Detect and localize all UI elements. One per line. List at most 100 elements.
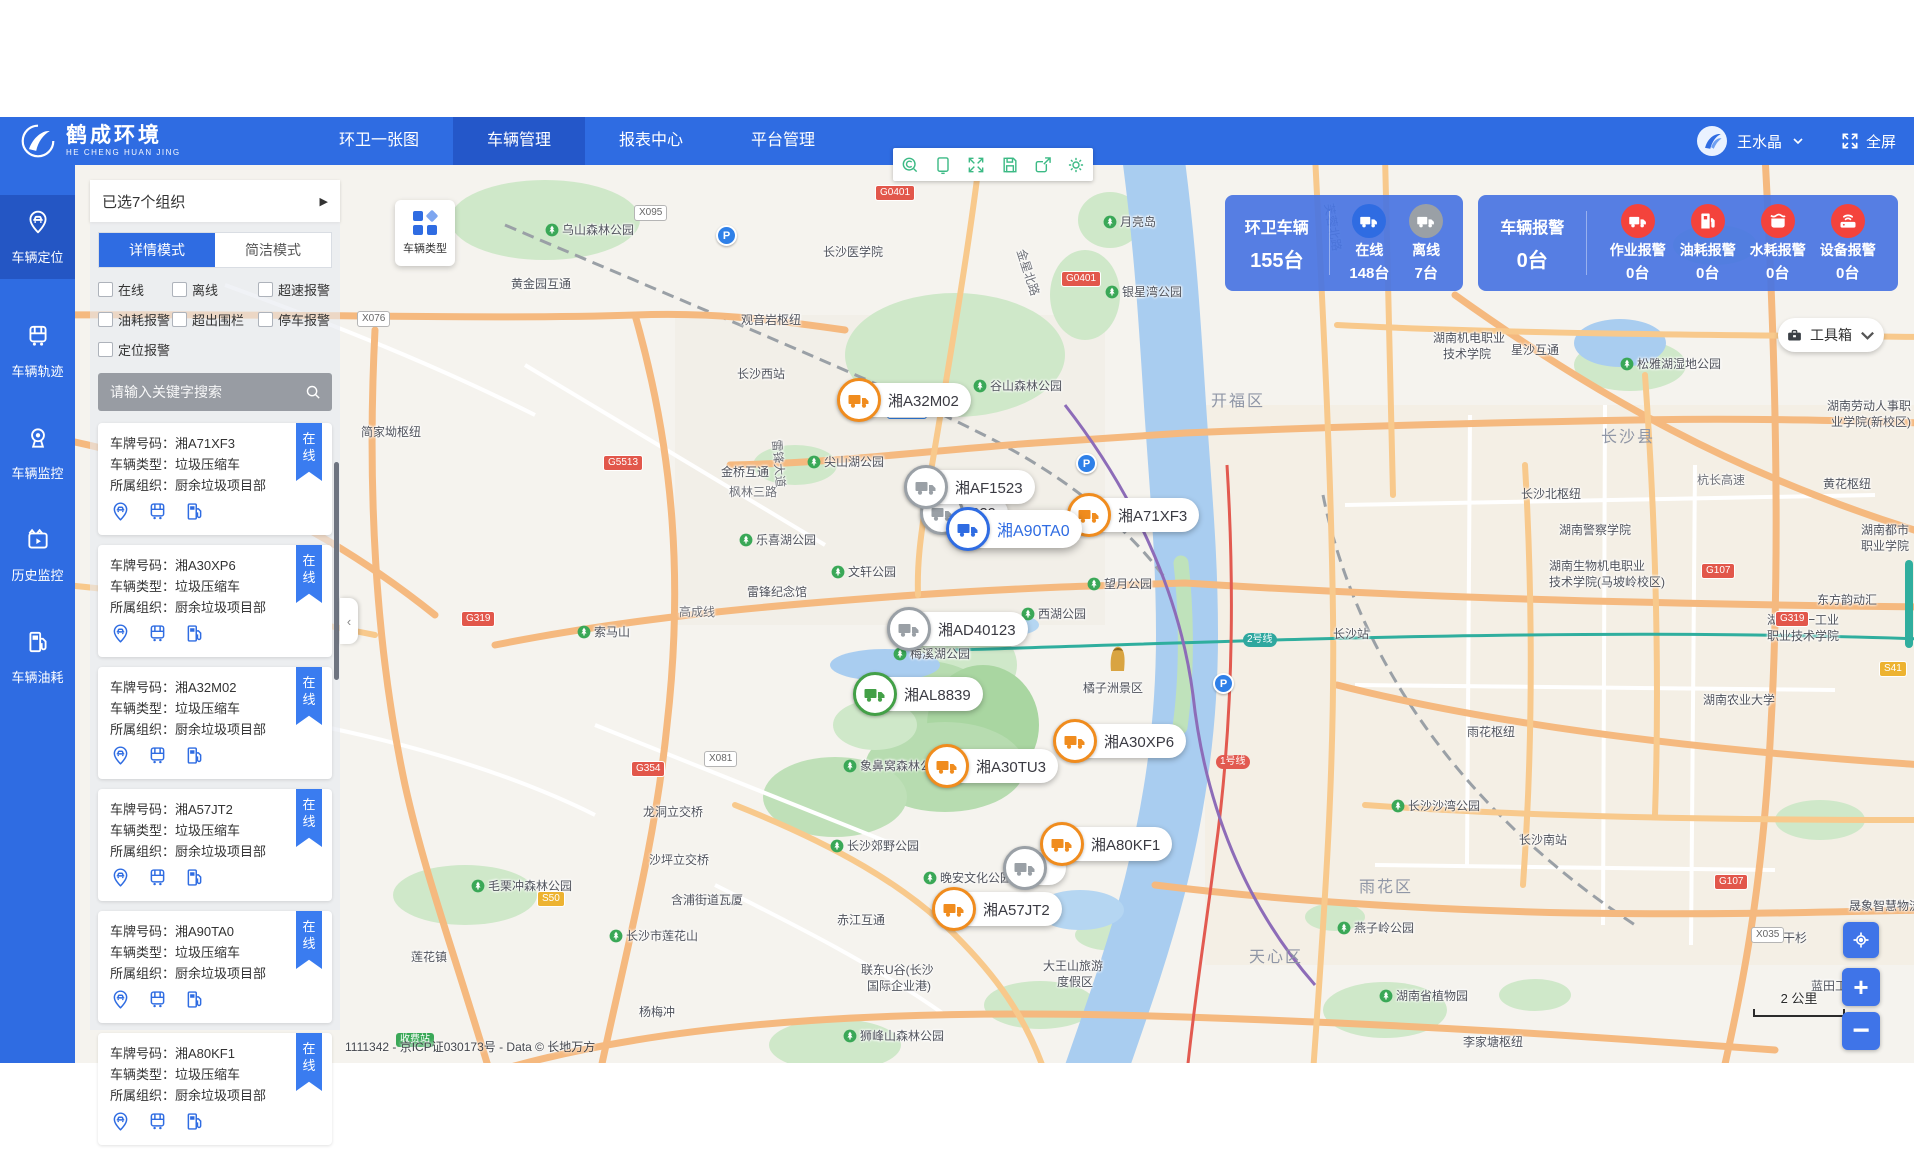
filter-label: 在线 xyxy=(118,280,144,299)
locate-vehicle-icon[interactable] xyxy=(110,745,131,771)
page-scrollbar-thumb[interactable] xyxy=(1905,560,1913,648)
fuel-vehicle-icon[interactable] xyxy=(184,623,205,649)
alarm-item-label: 作业报警 xyxy=(1610,240,1666,260)
sidebar-item-label: 车辆监控 xyxy=(11,463,63,482)
panel-collapse-handle[interactable]: ‹ xyxy=(340,598,358,644)
vehicle-marker[interactable]: 湘A57JT2 xyxy=(933,892,1062,926)
filter-checkbox-1[interactable]: 离线 xyxy=(172,280,258,299)
nav-tab-platform-mgmt[interactable]: 平台管理 xyxy=(717,117,849,165)
search-input[interactable] xyxy=(108,383,305,401)
vehicle-marker[interactable]: 湘A80KF1 xyxy=(1041,827,1172,861)
track-vehicle-icon[interactable] xyxy=(147,501,168,527)
map-label: 金桥互通 xyxy=(721,463,769,480)
locate-button[interactable] xyxy=(1843,922,1879,958)
vehicle-marker[interactable]: 湘A30XP6 xyxy=(1054,724,1186,758)
track-vehicle-icon[interactable] xyxy=(147,745,168,771)
track-vehicle-icon[interactable] xyxy=(147,867,168,893)
user-avatar[interactable] xyxy=(1697,126,1727,156)
list-scrollbar[interactable] xyxy=(334,462,339,680)
map-label: 职业技术学院 xyxy=(1767,627,1839,644)
settings-icon[interactable] xyxy=(1066,155,1086,175)
fuel-vehicle-icon[interactable] xyxy=(184,1111,205,1137)
toolbox-button[interactable]: 工具箱 xyxy=(1778,318,1884,352)
fuel-vehicle-icon[interactable] xyxy=(184,989,205,1015)
chevron-down-icon[interactable] xyxy=(1792,135,1804,147)
nav-tab-vehicle-mgmt[interactable]: 车辆管理 xyxy=(453,117,585,165)
online-truck-icon xyxy=(1352,204,1386,238)
user-name[interactable]: 王水晶 xyxy=(1737,131,1782,152)
sidebar-item-track[interactable]: 车辆轨迹 xyxy=(0,309,75,393)
vehicle-card[interactable]: 车牌号码：湘A30XP6 车辆类型：垃圾压缩车 所属组织：厨余垃圾项目部 在线 xyxy=(98,545,332,657)
vehicle-card[interactable]: 车牌号码：湘A32M02 车辆类型：垃圾压缩车 所属组织：厨余垃圾项目部 在线 xyxy=(98,667,332,779)
fuel-vehicle-icon[interactable] xyxy=(184,745,205,771)
track-vehicle-icon[interactable] xyxy=(147,1111,168,1137)
fuel-vehicle-icon[interactable] xyxy=(184,867,205,893)
search-icon[interactable] xyxy=(305,384,322,401)
map-scale: 2 公里 xyxy=(1753,988,1845,1017)
truck-icon xyxy=(932,887,976,931)
sidebar-item-history[interactable]: 历史监控 xyxy=(0,513,75,597)
map-badge: X076 xyxy=(357,311,390,327)
vehicle-card[interactable]: 车牌号码：湘A57JT2 车辆类型：垃圾压缩车 所属组织：厨余垃圾项目部 在线 xyxy=(98,789,332,901)
expand-icon[interactable] xyxy=(966,155,986,175)
vehicle-marker[interactable]: 湘A71XF3 xyxy=(1068,498,1199,532)
org-selector[interactable]: 已选7个组织 ▶ xyxy=(90,180,340,222)
share-icon[interactable] xyxy=(1033,155,1053,175)
save-icon[interactable] xyxy=(1000,155,1020,175)
vehicle-org: 所属组织：厨余垃圾项目部 xyxy=(110,597,320,618)
panel-body: 详情模式简洁模式 在线 离线超速报警油耗报警超出围栏停车报警定位报警 车牌号码：湘… xyxy=(90,222,340,1030)
vehicle-marker[interactable]: 湘A90TA0 xyxy=(947,510,1082,548)
filter-checkbox-2[interactable]: 超速报警 xyxy=(258,280,332,299)
track-vehicle-icon[interactable] xyxy=(147,623,168,649)
map-label: 月亮岛 xyxy=(1103,213,1156,230)
sidebar-item-monitor[interactable]: 车辆监控 xyxy=(0,411,75,495)
map-label: 国际企业港) xyxy=(867,977,931,994)
sidebar-item-fuel[interactable]: 车辆油耗 xyxy=(0,615,75,699)
map-label: 沙坪立交桥 xyxy=(649,851,709,868)
truck-icon xyxy=(853,672,897,716)
track-vehicle-icon[interactable] xyxy=(147,989,168,1015)
marker-plate: 湘A80KF1 xyxy=(1091,834,1160,855)
filter-checkbox-3[interactable]: 油耗报警 xyxy=(98,310,172,329)
center-icon[interactable] xyxy=(900,155,920,175)
filter-checkbox-0[interactable]: 在线 xyxy=(98,280,172,299)
vehicle-marker[interactable]: 湘A30TU3 xyxy=(926,749,1058,783)
online-label: 在线 xyxy=(1355,240,1383,260)
locate-vehicle-icon[interactable] xyxy=(110,989,131,1015)
tab-mode-0[interactable]: 详情模式 xyxy=(99,233,215,267)
filter-checkbox-6[interactable]: 定位报警 xyxy=(98,340,172,359)
vehicle-marker[interactable]: 湘A32M02 xyxy=(838,383,971,417)
vehicle-type-button[interactable]: 车辆类型 xyxy=(395,200,455,266)
zoom-in-button[interactable]: + xyxy=(1842,968,1880,1006)
vehicle-marker[interactable]: 湘AD40123 xyxy=(888,612,1028,646)
map-label: 谷山森林公园 xyxy=(973,377,1062,394)
alarm-stat-item: 作业报警 0台 xyxy=(1610,204,1666,283)
map-label: 龙洞立交桥 xyxy=(643,803,703,820)
zoom-out-button[interactable]: − xyxy=(1842,1012,1880,1050)
tab-mode-1[interactable]: 简洁模式 xyxy=(215,233,331,267)
map-label: 东方韵动汇 xyxy=(1817,591,1877,608)
fuel-vehicle-icon[interactable] xyxy=(184,501,205,527)
fullscreen-button[interactable]: 全屏 xyxy=(1840,131,1896,152)
map-label: 含浦街道瓦厦 xyxy=(671,891,743,908)
locate-vehicle-icon[interactable] xyxy=(110,867,131,893)
nav-tab-sanitation-map[interactable]: 环卫一张图 xyxy=(305,117,453,165)
map-label: 银星湾公园 xyxy=(1105,283,1182,300)
nav-tab-report-center[interactable]: 报表中心 xyxy=(585,117,717,165)
map-badge: X035 xyxy=(1751,927,1784,943)
vehicle-marker[interactable]: 湘AF1523 xyxy=(905,470,1035,504)
sidebar-item-locate[interactable]: 车辆定位 xyxy=(0,195,75,279)
filter-checkbox-4[interactable]: 超出围栏 xyxy=(172,310,258,329)
locate-vehicle-icon[interactable] xyxy=(110,623,131,649)
locate-vehicle-icon[interactable] xyxy=(110,501,131,527)
map-label: 联东U谷(长沙 xyxy=(861,961,934,978)
vehicle-type: 车辆类型：垃圾压缩车 xyxy=(110,942,320,963)
locate-vehicle-icon[interactable] xyxy=(110,1111,131,1137)
vehicle-card[interactable]: 车牌号码：湘A90TA0 车辆类型：垃圾压缩车 所属组织：厨余垃圾项目部 在线 xyxy=(98,911,332,1023)
screen-icon[interactable] xyxy=(933,155,953,175)
vehicle-card[interactable]: 车牌号码：湘A80KF1 车辆类型：垃圾压缩车 所属组织：厨余垃圾项目部 在线 xyxy=(98,1033,332,1145)
brand-title: 鹤成环境 xyxy=(66,125,181,146)
vehicle-card[interactable]: 车牌号码：湘A71XF3 车辆类型：垃圾压缩车 所属组织：厨余垃圾项目部 在线 xyxy=(98,423,332,535)
vehicle-marker[interactable]: 湘AL8839 xyxy=(854,677,983,711)
filter-checkbox-5[interactable]: 停车报警 xyxy=(258,310,332,329)
